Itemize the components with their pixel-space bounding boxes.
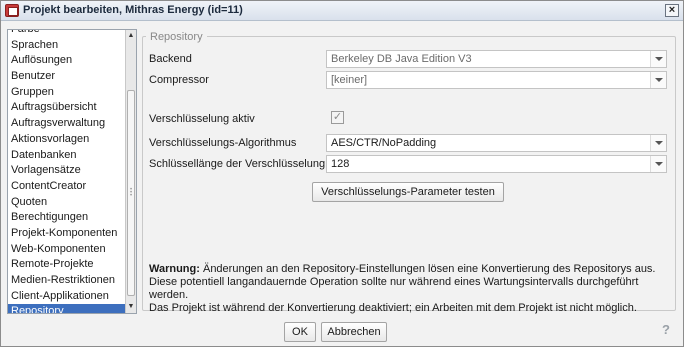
compressor-label: Compressor	[149, 74, 209, 86]
sidebar-item[interactable]: ContentCreator	[8, 179, 126, 195]
backend-select[interactable]: Berkeley DB Java Edition V3	[326, 50, 667, 68]
compressor-select[interactable]: [keiner]	[326, 71, 667, 89]
sidebar-item[interactable]: Repository	[8, 304, 126, 313]
encryption-active-label: Verschlüsselung aktiv	[149, 113, 255, 125]
ok-button[interactable]: OK	[284, 322, 316, 342]
grip-icon: • • •	[130, 187, 133, 199]
window-title: Projekt bearbeiten, Mithras Energy (id=1…	[23, 4, 243, 16]
settings-nav-list: Farbe Sprachen Auflösungen Benutzer Gruppen A…	[8, 30, 126, 313]
sidebar-item[interactable]: Datenbanken	[8, 148, 126, 164]
compressor-value: [keiner]	[331, 74, 368, 86]
sidebar-item[interactable]: Auftragsverwaltung	[8, 116, 126, 132]
app-icon	[5, 4, 19, 17]
scroll-thumb[interactable]: • • •	[127, 90, 135, 296]
sidebar-item[interactable]: Medien-Restriktionen	[8, 273, 126, 289]
test-encryption-button[interactable]: Verschlüsselungs-Parameter testen	[312, 182, 504, 202]
nav-scrollbar[interactable]: ▲ • • • ▼	[125, 30, 136, 313]
sidebar-item[interactable]: Web-Komponenten	[8, 242, 126, 258]
scroll-down-icon[interactable]: ▼	[126, 302, 136, 312]
warning-label: Warnung:	[149, 263, 200, 275]
encryption-active-checkbox[interactable]: ✓	[331, 111, 344, 124]
keylength-value: 128	[331, 158, 350, 170]
repository-group-title: Repository	[146, 31, 207, 43]
settings-nav: Farbe Sprachen Auflösungen Benutzer Gruppen A…	[7, 29, 137, 314]
help-icon[interactable]: ?	[659, 323, 673, 337]
keylength-label: Schlüssellänge der Verschlüsselung	[149, 158, 326, 170]
chevron-down-icon[interactable]	[650, 156, 666, 172]
sidebar-item[interactable]: Benutzer	[8, 69, 126, 85]
sidebar-item[interactable]: Client-Applikationen	[8, 289, 126, 305]
close-button[interactable]: ×	[665, 4, 679, 17]
sidebar-item[interactable]: Sprachen	[8, 38, 126, 54]
sidebar-item[interactable]: Quoten	[8, 195, 126, 211]
sidebar-item[interactable]: Auflösungen	[8, 53, 126, 69]
warning-line-2: Diese potentiell langandauernde Operatio…	[149, 276, 639, 301]
sidebar-item[interactable]: Farbe	[8, 30, 126, 38]
scroll-up-icon[interactable]: ▲	[126, 31, 136, 41]
keylength-select[interactable]: 128	[326, 155, 667, 173]
warning-line-1: Warnung: Änderungen an den Repository-Ei…	[149, 263, 671, 276]
chevron-down-icon[interactable]	[650, 135, 666, 151]
sidebar-item[interactable]: Remote-Projekte	[8, 257, 126, 273]
backend-label: Backend	[149, 53, 192, 65]
warning-line-3: Das Projekt ist während der Konvertierun…	[149, 302, 637, 314]
chevron-down-icon[interactable]	[650, 72, 666, 88]
sidebar-item[interactable]: Berechtigungen	[8, 210, 126, 226]
algorithm-value: AES/CTR/NoPadding	[331, 137, 437, 149]
algorithm-select[interactable]: AES/CTR/NoPadding	[326, 134, 667, 152]
title-bar: Projekt bearbeiten, Mithras Energy (id=1…	[1, 1, 683, 21]
cancel-button[interactable]: Abbrechen	[321, 322, 387, 342]
algorithm-label: Verschlüsselungs-Algorithmus	[149, 137, 297, 149]
sidebar-item[interactable]: Gruppen	[8, 85, 126, 101]
sidebar-item[interactable]: Vorlagensätze	[8, 163, 126, 179]
project-edit-dialog: Projekt bearbeiten, Mithras Energy (id=1…	[0, 0, 684, 347]
chevron-down-icon[interactable]	[650, 51, 666, 67]
sidebar-item[interactable]: Auftragsübersicht	[8, 100, 126, 116]
backend-value: Berkeley DB Java Edition V3	[331, 53, 472, 65]
sidebar-item[interactable]: Aktionsvorlagen	[8, 132, 126, 148]
sidebar-item[interactable]: Projekt-Komponenten	[8, 226, 126, 242]
warning-text-1: Änderungen an den Repository-Einstellung…	[199, 263, 656, 275]
warning-text: Warnung: Änderungen an den Repository-Ei…	[149, 263, 671, 315]
